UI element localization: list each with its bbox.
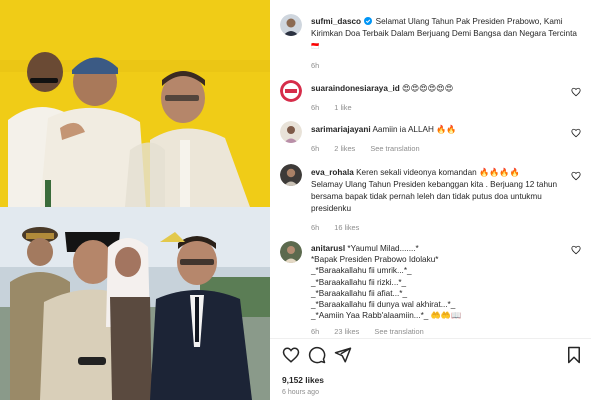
comment-username[interactable]: sarimariajayani xyxy=(311,125,371,134)
author-avatar[interactable] xyxy=(280,14,302,36)
comment-likes[interactable]: 2 likes xyxy=(334,144,355,153)
commenter-avatar[interactable] xyxy=(280,121,302,143)
comment-time: 6h xyxy=(311,327,320,337)
heart-icon[interactable] xyxy=(282,346,300,364)
comment-line: *Bapak Presiden Prabowo Idolaku* xyxy=(311,255,439,265)
share-icon[interactable] xyxy=(334,346,352,364)
caption-suffix: 🇮🇩 xyxy=(311,43,320,50)
caption-text: sufmi_dasco Selamat Ulang Tahun Pak Pres… xyxy=(311,16,583,72)
like-comment-heart-icon[interactable] xyxy=(571,171,581,181)
comment-line: _*Baraakallahu fii dunya wal akhirat...*… xyxy=(311,300,456,310)
post-timestamp[interactable]: 6 hours ago xyxy=(282,389,319,396)
post-actions xyxy=(282,346,583,364)
comment-body: Aamiin ia ALLAH 🔥🔥 xyxy=(372,125,457,134)
comment-text: suaraindonesiaraya_id 😍😍😍😍😍😍 6h 1 like xyxy=(311,83,563,114)
comment-time: 6h xyxy=(311,103,320,112)
photo-top-illustration xyxy=(0,0,270,207)
comment-body: Keren sekali videonya komandan 🔥🔥🔥🔥 xyxy=(356,168,520,177)
comment-line: *Yaumul Milad.......* xyxy=(347,244,419,253)
post-panel: sufmi_dasco Selamat Ulang Tahun Pak Pres… xyxy=(270,0,591,400)
commenter-avatar[interactable] xyxy=(280,164,302,186)
comment-line: _*Baraakallahu fii umrik...*_ xyxy=(311,266,412,276)
comment-username[interactable]: eva_rohala xyxy=(311,168,354,177)
comment-body: 😍😍😍😍😍😍 xyxy=(402,84,454,93)
like-comment-heart-icon[interactable] xyxy=(571,87,581,97)
photo-bottom-illustration xyxy=(0,207,270,400)
like-comment-heart-icon[interactable] xyxy=(571,245,581,255)
author-username[interactable]: sufmi_dasco xyxy=(311,17,361,26)
comment-body-continued: Selamay Ulang Tahun Presiden kebanggan k… xyxy=(311,180,558,213)
post-media[interactable] xyxy=(0,0,270,400)
comment-time: 6h xyxy=(311,144,320,153)
caption-meta: 6h xyxy=(311,60,583,72)
comment-text: anitarusl *Yaumul Milad.......* *Bapak P… xyxy=(311,243,563,338)
verified-icon xyxy=(364,17,373,25)
actions-divider xyxy=(270,338,591,339)
comment-icon[interactable] xyxy=(308,346,326,364)
comment-likes[interactable]: 1 like xyxy=(334,103,351,112)
comment-line: _*Baraakallahu fii rizki...*_ xyxy=(311,277,407,287)
commenter-avatar[interactable] xyxy=(280,241,302,263)
post-photo-bottom xyxy=(0,207,270,400)
comment-line: _*Aamiin Yaa Rabb'alaamiin...*_ 🤲🤲📖 xyxy=(311,311,462,321)
comment-meta: 6h 16 likes xyxy=(311,222,563,234)
comment-text: sarimariajayani Aamiin ia ALLAH 🔥🔥 6h 2 … xyxy=(311,124,563,155)
post-caption: sufmi_dasco Selamat Ulang Tahun Pak Pres… xyxy=(280,14,583,74)
comment-username[interactable]: suaraindonesiaraya_id xyxy=(311,84,400,93)
bookmark-icon[interactable] xyxy=(565,346,583,364)
commenter-avatar[interactable] xyxy=(280,80,302,102)
comment-meta: 6h 23 likes See translation xyxy=(311,326,563,337)
comment-item: anitarusl *Yaumul Milad.......* *Bapak P… xyxy=(280,241,583,337)
comment-item: suaraindonesiaraya_id 😍😍😍😍😍😍 6h 1 like xyxy=(280,80,583,114)
post-photo-top xyxy=(0,0,270,207)
comment-username[interactable]: anitarusl xyxy=(311,244,345,253)
comment-text: eva_rohala Keren sekali videonya komanda… xyxy=(311,167,563,234)
comment-meta: 6h 1 like xyxy=(311,102,563,114)
like-comment-heart-icon[interactable] xyxy=(571,128,581,138)
caption-time: 6h xyxy=(311,61,320,70)
post-like-count[interactable]: 9,152 likes xyxy=(282,375,324,385)
comment-item: eva_rohala Keren sekali videonya komanda… xyxy=(280,164,583,234)
comment-meta: 6h 2 likes See translation xyxy=(311,143,563,155)
see-translation-link[interactable]: See translation xyxy=(374,327,423,336)
comment-item: sarimariajayani Aamiin ia ALLAH 🔥🔥 6h 2 … xyxy=(280,121,583,155)
comment-line: _*Baraakallahu fii afiat...*_ xyxy=(311,288,408,298)
comment-likes[interactable]: 16 likes xyxy=(334,223,359,232)
see-translation-link[interactable]: See translation xyxy=(370,144,419,153)
comment-likes[interactable]: 23 likes xyxy=(334,327,359,336)
comment-time: 6h xyxy=(311,223,320,232)
